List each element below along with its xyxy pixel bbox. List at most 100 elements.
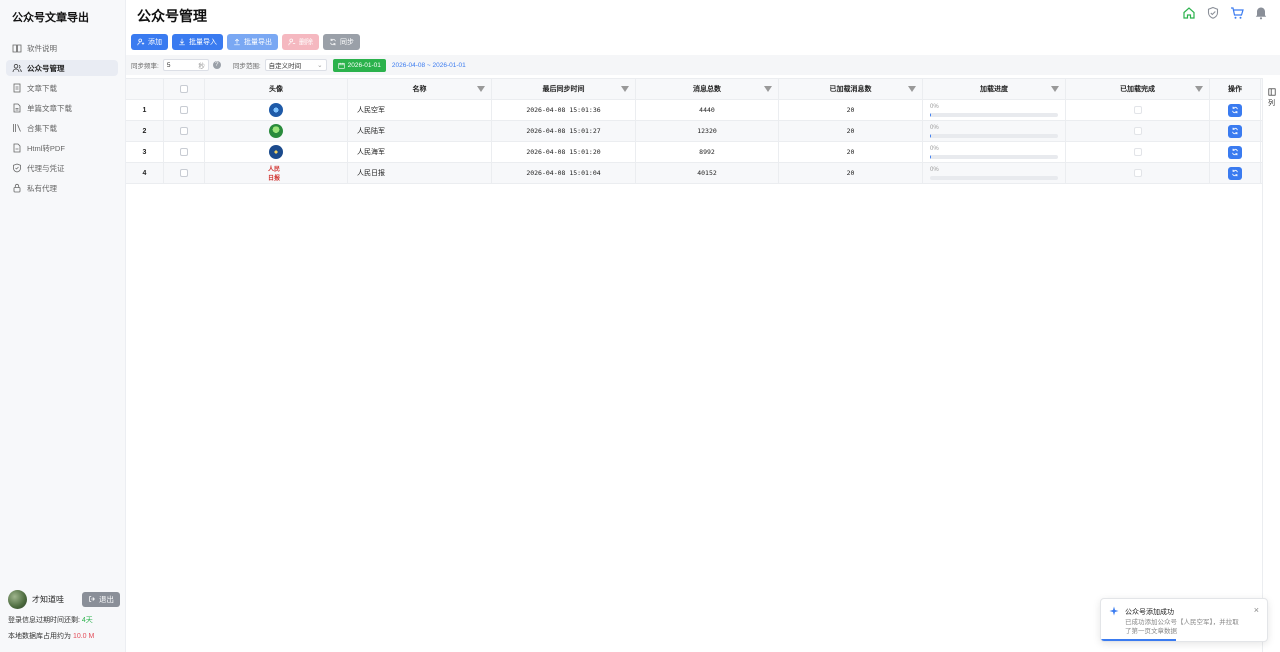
sidebar-item-private-proxy[interactable]: 私有代理 xyxy=(6,180,118,196)
close-icon[interactable]: × xyxy=(1254,605,1259,615)
filter-icon[interactable] xyxy=(1195,86,1203,92)
shield-check-icon[interactable] xyxy=(1206,6,1220,20)
home-icon[interactable] xyxy=(1182,6,1196,20)
account-name: 人民陆军 xyxy=(348,121,492,141)
done-checkbox xyxy=(1133,127,1142,135)
sync-frequency-label: 同步频率: xyxy=(131,63,159,70)
sidebar-item-label: 合集下载 xyxy=(27,123,57,133)
logout-button[interactable]: 退出 xyxy=(82,591,120,607)
user-name: 才知道哇 xyxy=(32,594,64,604)
filter-icon[interactable] xyxy=(908,86,916,92)
bell-icon[interactable] xyxy=(1254,6,1268,20)
select-all-checkbox[interactable] xyxy=(180,85,188,93)
sidebar-item-account-manage[interactable]: 公众号管理 xyxy=(6,60,118,76)
login-expiry-value: 4天 xyxy=(81,617,93,624)
table-header: 头像 名称 最后同步时间 消息总数 已加载消息数 加载进度 已加载完成 操作 xyxy=(126,78,1262,100)
avatar-cell: 人民日报 xyxy=(205,163,348,183)
col-total[interactable]: 消息总数 xyxy=(636,79,779,99)
total-messages: 40152 xyxy=(636,163,779,183)
library-icon xyxy=(12,123,22,133)
col-done[interactable]: 已加载完成 xyxy=(1066,79,1210,99)
col-loaded[interactable]: 已加载消息数 xyxy=(779,79,923,99)
col-name[interactable]: 名称 xyxy=(348,79,492,99)
done-cell xyxy=(1066,100,1210,120)
done-checkbox xyxy=(1133,148,1142,156)
sidebar-item-single-article[interactable]: 单篇文章下载 xyxy=(6,100,118,116)
login-expiry-info: 登录信息过期时间还剩: 4天 xyxy=(8,617,93,624)
done-cell xyxy=(1066,163,1210,183)
refresh-button[interactable] xyxy=(1228,166,1242,180)
row-checkbox[interactable] xyxy=(180,106,188,114)
filter-icon[interactable] xyxy=(477,86,485,92)
row-checkbox[interactable] xyxy=(180,169,188,177)
row-index: 1 xyxy=(126,100,164,120)
filter-icon[interactable] xyxy=(764,86,772,92)
sync-frequency-input[interactable]: 5 秒 xyxy=(162,59,209,71)
delete-button[interactable]: 删除 xyxy=(282,34,319,50)
row-checkbox-cell xyxy=(164,121,205,141)
sidebar-item-software-info[interactable]: 软件说明 xyxy=(6,40,118,56)
sidebar-item-html-to-pdf[interactable]: Html转PDF xyxy=(6,140,118,156)
sidebar-item-article-download[interactable]: 文章下载 xyxy=(6,80,118,96)
progress-cell: 0% xyxy=(923,163,1066,183)
table-row[interactable]: 1 人民空军 2026-04-08 15:01:36 4440 20 0% xyxy=(126,100,1262,121)
sidebar-item-label: 公众号管理 xyxy=(27,63,65,73)
last-sync-time: 2026-04-08 15:01:20 xyxy=(492,142,636,162)
accounts-table: 头像 名称 最后同步时间 消息总数 已加载消息数 加载进度 已加载完成 操作 1… xyxy=(126,78,1262,184)
table-row[interactable]: 4 人民日报 人民日报 2026-04-08 15:01:04 40152 20… xyxy=(126,163,1262,184)
refresh-button[interactable] xyxy=(1228,124,1242,138)
calendar-icon xyxy=(338,62,345,69)
avatar-cell xyxy=(205,121,348,141)
sidebar-nav: 软件说明 公众号管理 文章下载 单篇文章下载 合集下载 Html转PDF 代理与… xyxy=(6,40,118,200)
sync-range-select[interactable]: 自定义时间 ⌄ xyxy=(264,59,327,71)
batch-import-button[interactable]: 批量导入 xyxy=(172,34,223,50)
sidebar-item-proxy-credentials[interactable]: 代理与凭证 xyxy=(6,160,118,176)
column-settings[interactable]: 列 xyxy=(1262,78,1280,652)
row-checkbox-cell xyxy=(164,100,205,120)
cart-icon[interactable] xyxy=(1230,6,1244,20)
table-row[interactable]: 2 人民陆军 2026-04-08 15:01:27 12320 20 0% xyxy=(126,121,1262,142)
sidebar-item-label: 单篇文章下载 xyxy=(27,103,72,113)
col-select-all xyxy=(164,79,205,99)
row-checkbox[interactable] xyxy=(180,148,188,156)
sidebar-item-collection-download[interactable]: 合集下载 xyxy=(6,120,118,136)
page-title: 公众号管理 xyxy=(137,8,207,24)
sidebar-item-label: 软件说明 xyxy=(27,43,57,53)
table-row[interactable]: 3 人民海军 2026-04-08 15:01:20 8992 20 0% xyxy=(126,142,1262,163)
help-icon[interactable]: ? xyxy=(212,61,221,69)
col-last-sync[interactable]: 最后同步时间 xyxy=(492,79,636,99)
document-icon xyxy=(12,83,22,93)
toast-progress xyxy=(1101,639,1267,641)
header-icons xyxy=(1182,6,1268,20)
col-progress[interactable]: 加载进度 xyxy=(923,79,1066,99)
account-logo xyxy=(269,103,283,117)
ops-cell xyxy=(1210,100,1261,120)
progress-label: 0% xyxy=(930,145,939,152)
avatar-cell xyxy=(205,142,348,162)
refresh-icon xyxy=(1232,169,1238,177)
add-button[interactable]: 添加 xyxy=(131,34,168,50)
sidebar-item-label: 代理与凭证 xyxy=(27,163,65,173)
refresh-button[interactable] xyxy=(1228,145,1242,159)
loaded-messages: 20 xyxy=(779,142,923,162)
date-picker-button[interactable]: 2026-01-01 xyxy=(332,58,386,72)
progress-fill xyxy=(930,112,931,117)
filter-icon[interactable] xyxy=(621,86,629,92)
row-checkbox[interactable] xyxy=(180,127,188,135)
account-logo: 人民日报 xyxy=(268,167,281,182)
refresh-button[interactable] xyxy=(1228,103,1242,117)
done-cell xyxy=(1066,121,1210,141)
account-name: 人民海军 xyxy=(348,142,492,162)
filter-icon[interactable] xyxy=(1051,86,1059,92)
col-avatar: 头像 xyxy=(205,79,348,99)
progress-cell: 0% xyxy=(923,142,1066,162)
sidebar-item-label: 私有代理 xyxy=(27,183,57,193)
pdf-icon xyxy=(12,143,22,153)
sync-icon xyxy=(330,38,336,46)
progress-label: 0% xyxy=(930,166,939,173)
sync-button[interactable]: 同步 xyxy=(323,34,360,50)
batch-export-button[interactable]: 批量导出 xyxy=(227,34,278,50)
refresh-icon xyxy=(1232,148,1238,156)
done-cell xyxy=(1066,142,1210,162)
loaded-messages: 20 xyxy=(779,121,923,141)
